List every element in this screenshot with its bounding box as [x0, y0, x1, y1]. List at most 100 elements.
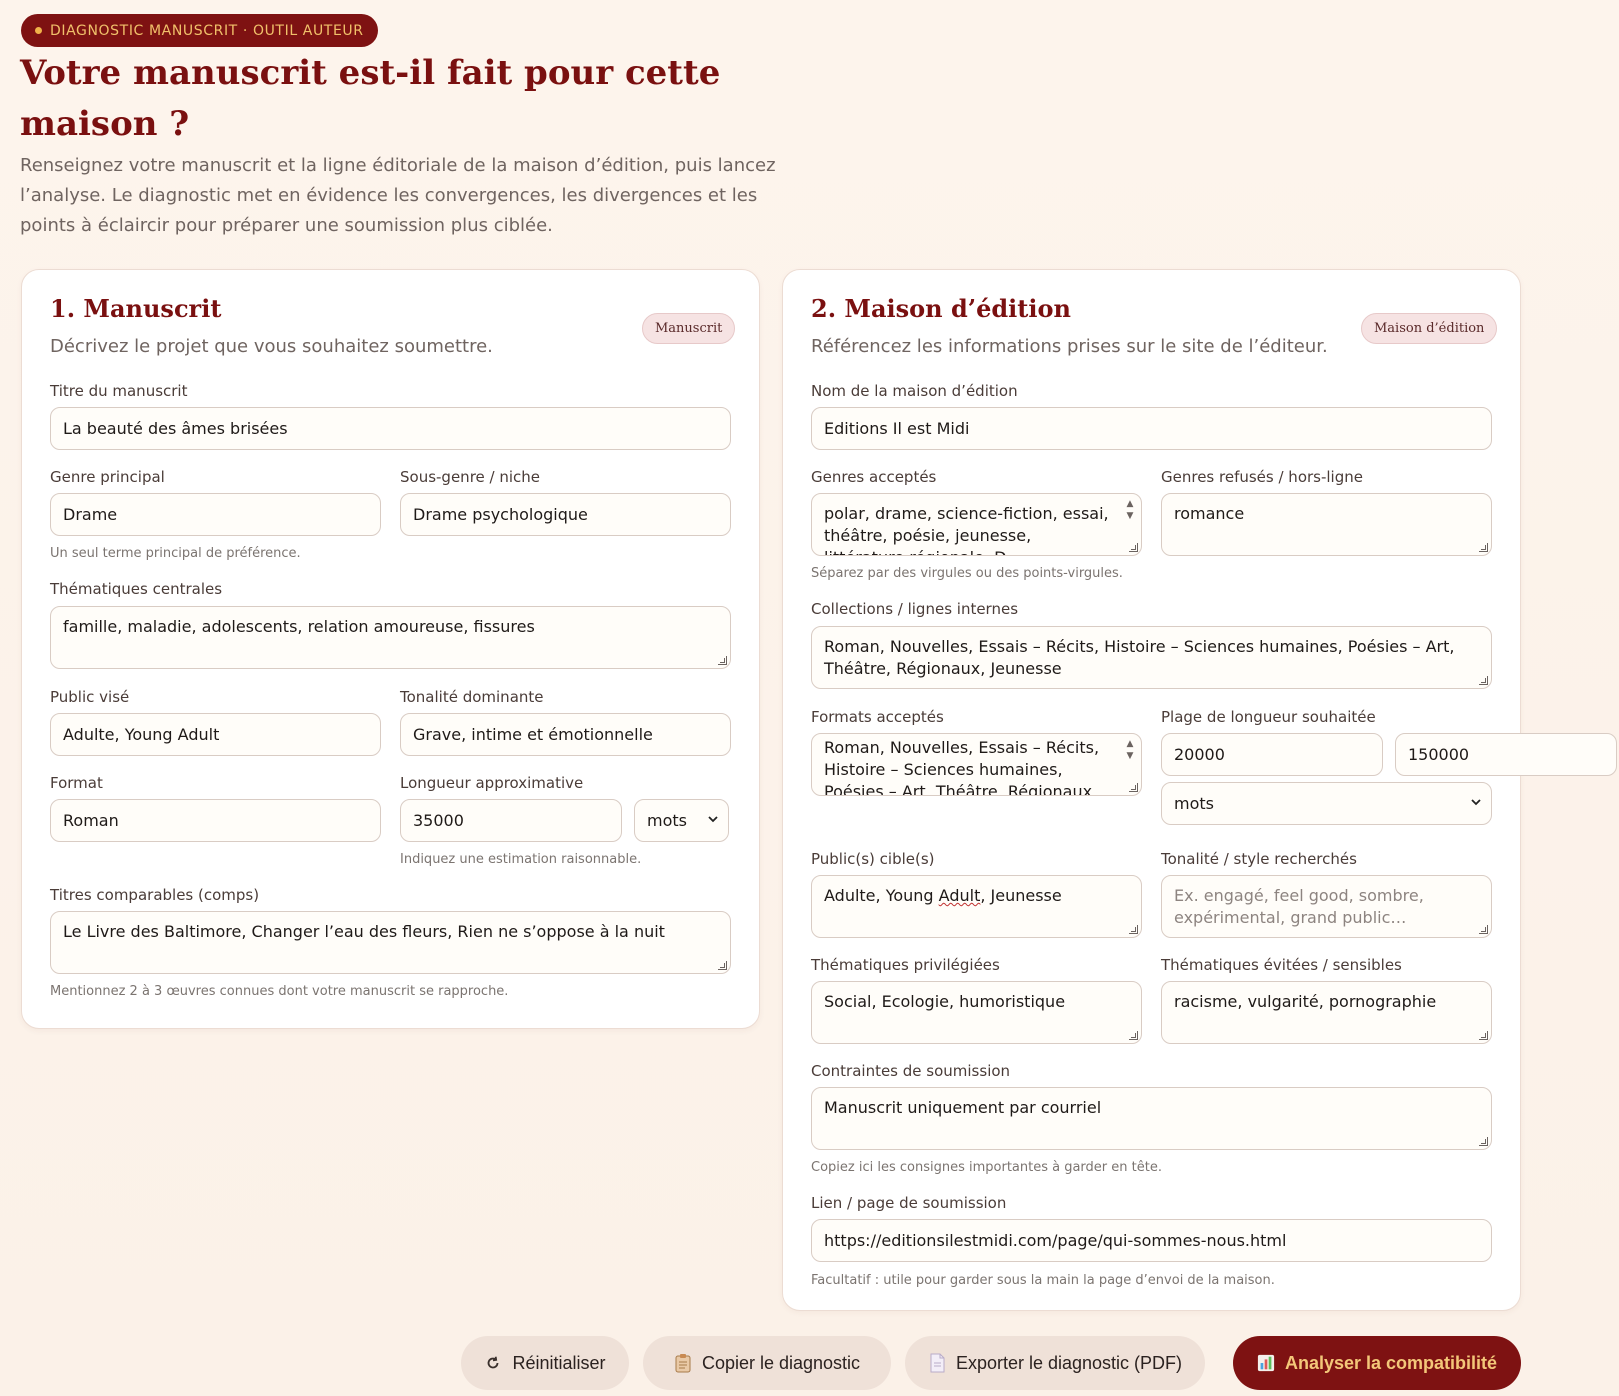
submission-link-input[interactable]: https://editionsilestmidi.com/page/qui-s… — [811, 1219, 1492, 1262]
themes-label: Thématiques centrales — [50, 580, 223, 598]
tool-badge-label: DIAGNOSTIC MANUSCRIT · OUTIL AUTEUR — [50, 22, 364, 39]
accepted-genres-label: Genres acceptés — [811, 468, 937, 486]
target-audience-value-end: , Jeunesse — [980, 886, 1062, 905]
title-input[interactable]: La beauté des âmes brisées — [50, 407, 731, 450]
clipboard-icon — [675, 1354, 691, 1373]
collections-textarea[interactable]: Roman, Nouvelles, Essais – Récits, Histo… — [811, 626, 1492, 689]
themes-value: famille, maladie, adolescents, relation … — [63, 617, 535, 636]
subgenre-label: Sous-genre / niche — [400, 468, 541, 486]
publisher-name-label: Nom de la maison d’édition — [811, 382, 1018, 400]
chevron-down-icon — [1471, 799, 1481, 806]
preferred-themes-label: Thématiques privilégiées — [811, 956, 1000, 974]
resize-grip-icon[interactable] — [1479, 1031, 1488, 1040]
genre-input[interactable]: Drame — [50, 493, 381, 536]
themes-textarea[interactable]: famille, maladie, adolescents, relation … — [50, 606, 731, 669]
publisher-card: 2. Maison d’édition Référencez les infor… — [782, 269, 1617, 1311]
refused-genres-textarea[interactable]: romance — [1161, 493, 1492, 556]
tone-input[interactable]: Grave, intime et émotionnelle — [400, 713, 731, 756]
page-title: Votre manuscrit est-il fait pour cette m… — [20, 53, 721, 144]
constraints-hint: Copiez ici les consignes importantes à g… — [811, 1160, 1162, 1175]
reset-button-label: Réinitialiser — [512, 1352, 606, 1373]
export-pdf-label: Exporter le diagnostic (PDF) — [955, 1352, 1183, 1373]
comps-textarea[interactable]: Le Livre des Baltimore, Changer l’eau de… — [50, 911, 731, 974]
constraints-label: Contraintes de soumission — [811, 1062, 1011, 1080]
length-unit-value: mots — [647, 811, 687, 830]
export-pdf-button[interactable]: Exporter le diagnostic (PDF) — [905, 1336, 1205, 1390]
tone-style-placeholder: Ex. engagé, feel good, sombre, expérimen… — [1174, 886, 1424, 927]
scrollbar[interactable]: ▲ ▼ — [1125, 498, 1135, 542]
refresh-icon — [488, 1356, 499, 1369]
copy-diagnostic-button[interactable]: Copier le diagnostic — [643, 1336, 891, 1390]
tone-style-textarea[interactable]: Ex. engagé, feel good, sombre, expérimen… — [1161, 875, 1492, 938]
resize-grip-icon[interactable] — [1479, 676, 1488, 685]
collections-value: Roman, Nouvelles, Essais – Récits, Histo… — [824, 637, 1455, 678]
resize-grip-icon[interactable] — [1129, 783, 1138, 792]
formats-textarea[interactable]: Roman, Nouvelles, Essais – Récits, Histo… — [811, 733, 1142, 796]
length-max-input[interactable]: 150000 — [1395, 733, 1617, 776]
collections-label: Collections / lignes internes — [811, 600, 1019, 618]
resize-grip-icon[interactable] — [1479, 1137, 1488, 1146]
accepted-genres-textarea[interactable]: polar, drame, science-fiction, essai, th… — [811, 493, 1142, 556]
target-audience-label: Public(s) cible(s) — [811, 850, 935, 868]
comps-label: Titres comparables (comps) — [50, 886, 260, 904]
resize-grip-icon[interactable] — [1129, 543, 1138, 552]
resize-grip-icon[interactable] — [1129, 925, 1138, 934]
length-min-input[interactable]: 20000 — [1161, 733, 1383, 776]
resize-grip-icon[interactable] — [1129, 1031, 1138, 1040]
resize-grip-icon[interactable] — [718, 961, 727, 970]
avoided-themes-textarea[interactable]: racisme, vulgarité, pornographie — [1161, 981, 1492, 1044]
constraints-value: Manuscrit uniquement par courriel — [824, 1098, 1102, 1117]
manuscript-card-subtitle: Décrivez le projet que vous souhaitez so… — [50, 336, 493, 357]
avoided-themes-value: racisme, vulgarité, pornographie — [1174, 992, 1437, 1011]
publisher-pill: Maison d’édition — [1361, 313, 1498, 344]
spellcheck-word: Adult — [938, 886, 981, 905]
title-label: Titre du manuscrit — [50, 382, 188, 400]
format-label: Format — [50, 774, 103, 792]
resize-grip-icon[interactable] — [718, 656, 727, 665]
formats-label: Formats acceptés — [811, 708, 944, 726]
bar-chart-icon — [1257, 1354, 1275, 1372]
tone-style-label: Tonalité / style recherchés — [1161, 850, 1357, 868]
length-label: Longueur approximative — [400, 774, 584, 792]
tool-badge: DIAGNOSTIC MANUSCRIT · OUTIL AUTEUR — [21, 14, 378, 47]
length-input[interactable]: 35000 — [400, 799, 622, 842]
refused-genres-label: Genres refusés / hors-ligne — [1161, 468, 1363, 486]
formats-value: Roman, Nouvelles, Essais – Récits, Histo… — [824, 738, 1100, 796]
target-audience-value-start: Adulte, Young — [824, 886, 939, 905]
length-unit-select[interactable]: mots — [634, 799, 729, 842]
subgenre-input[interactable]: Drame psychologique — [400, 493, 731, 536]
resize-grip-icon[interactable] — [1479, 543, 1488, 552]
length-range-unit-value: mots — [1174, 794, 1214, 813]
length-hint: Indiquez une estimation raisonnable. — [400, 852, 642, 867]
reset-button[interactable]: Réinitialiser — [461, 1336, 629, 1390]
manuscript-card: 1. Manuscrit Décrivez le projet que vous… — [21, 269, 760, 1029]
audience-input[interactable]: Adulte, Young Adult — [50, 713, 381, 756]
preferred-themes-textarea[interactable]: Social, Ecologie, humoristique — [811, 981, 1142, 1044]
publisher-card-subtitle: Référencez les informations prises sur l… — [811, 336, 1328, 357]
target-audience-textarea[interactable]: Adulte, Young Adult, Jeunesse — [811, 875, 1142, 938]
avoided-themes-label: Thématiques évitées / sensibles — [1161, 956, 1402, 974]
accepted-genres-value: polar, drame, science-fiction, essai, th… — [824, 504, 1109, 555]
format-input[interactable]: Roman — [50, 799, 381, 842]
chevron-down-icon — [708, 816, 718, 823]
audience-label: Public visé — [50, 688, 130, 706]
preferred-themes-value: Social, Ecologie, humoristique — [824, 992, 1066, 1011]
constraints-textarea[interactable]: Manuscrit uniquement par courriel — [811, 1087, 1492, 1150]
accepted-genres-hint: Séparez par des virgules ou des points-v… — [811, 566, 1123, 581]
analyze-button[interactable]: Analyser la compatibilité — [1233, 1336, 1521, 1390]
manuscript-card-title: 1. Manuscrit — [50, 294, 222, 323]
copy-diagnostic-label: Copier le diagnostic — [701, 1352, 861, 1373]
resize-grip-icon[interactable] — [1479, 925, 1488, 934]
badge-dot-icon — [35, 27, 42, 34]
length-range-label: Plage de longueur souhaitée — [1161, 708, 1376, 726]
publisher-name-input[interactable]: Editions Il est Midi — [811, 407, 1492, 450]
length-range-unit-select[interactable]: mots — [1161, 782, 1492, 825]
tone-label: Tonalité dominante — [400, 688, 544, 706]
page-intro: Renseignez votre manuscrit et la ligne é… — [20, 155, 776, 236]
scrollbar[interactable]: ▲ ▼ — [1125, 738, 1135, 782]
document-icon — [930, 1353, 945, 1373]
refused-genres-value: romance — [1174, 504, 1245, 523]
manuscript-pill: Manuscrit — [642, 313, 736, 344]
genre-label: Genre principal — [50, 468, 165, 486]
genre-hint: Un seul terme principal de préférence. — [50, 546, 301, 561]
